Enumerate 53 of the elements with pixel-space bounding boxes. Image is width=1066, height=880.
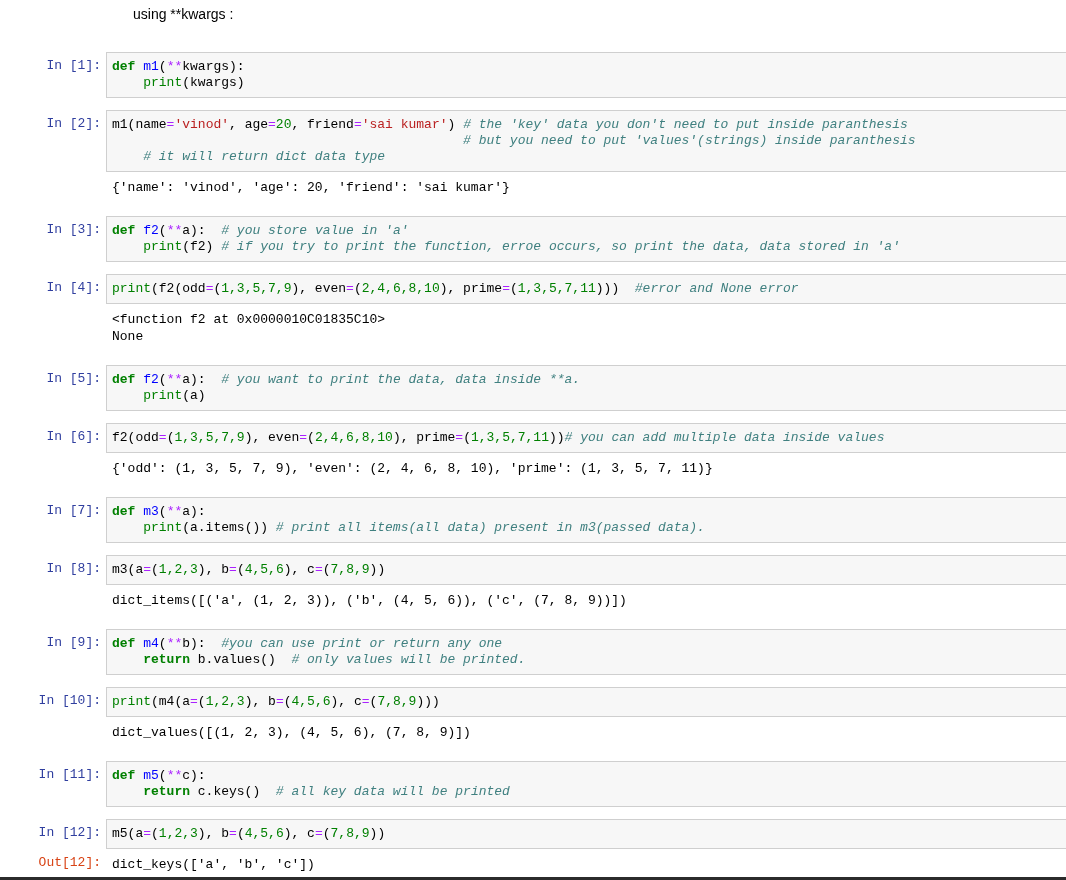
input-prompt: In [5]: (45, 370, 102, 387)
input-prompt: In [3]: (45, 221, 102, 238)
code-line: print(kwargs) (142, 75, 246, 91)
markdown-text: using **kwargs : (132, 5, 234, 24)
output-text: None (112, 328, 145, 345)
code-line: print(a) (142, 388, 207, 404)
code-input-cell[interactable]: def m4(**b): #you can use print or return any one return b.values() # only values will be printed. (106, 629, 1066, 675)
code-line: return c.keys() # all key data will be printed (142, 784, 511, 800)
code-input-cell[interactable]: print(m4(a=(1,2,3), b=(4,5,6), c=(7,8,9))) (106, 687, 1066, 717)
output-text: dict_items([('a', (1, 2, 3)), ('b', (4, 5, 6)), ('c', (7, 8, 9))]) (112, 592, 627, 609)
input-prompt: In [7]: (45, 502, 102, 519)
input-prompt: In [12]: (37, 824, 102, 841)
code-line: def f2(**a): # you want to print the data, data inside **a. (112, 372, 582, 388)
input-prompt: In [9]: (45, 634, 102, 651)
code-input-cell[interactable]: m3(a=(1,2,3), b=(4,5,6), c=(7,8,9)) (106, 555, 1066, 585)
output-prompt: Out[12]: (37, 854, 102, 871)
code-line: m5(a=(1,2,3), b=(4,5,6), c=(7,8,9)) (112, 826, 387, 842)
code-line: print(a.items()) # print all items(all data) present in m3(passed data). (142, 520, 706, 536)
code-input-cell[interactable]: def m3(**a): print(a.items()) # print all items(all data) present in m3(passed data). (106, 497, 1066, 543)
input-prompt: In [1]: (45, 57, 102, 74)
code-line: # it will return dict data type (142, 149, 387, 165)
code-input-cell[interactable]: def m1(**kwargs): print(kwargs) (106, 52, 1066, 98)
code-input-cell[interactable]: print(f2(odd=(1,3,5,7,9), even=(2,4,6,8,10), prime=(1,3,5,7,11))) #error and None error (106, 274, 1066, 304)
code-line: m1(name='vinod', age=20, friend='sai kumar') # the 'key' data you don't need to put inside paranthesis (112, 117, 909, 133)
output-text: dict_values([(1, 2, 3), (4, 5, 6), (7, 8, 9)]) (112, 724, 471, 741)
code-line: def m4(**b): #you can use print or return any one (112, 636, 504, 652)
code-line: # but you need to put 'values'(strings) inside paranthesis (462, 133, 917, 149)
code-line: return b.values() # only values will be printed. (142, 652, 527, 668)
code-line: def m1(**kwargs): (112, 59, 246, 75)
code-input-cell[interactable]: f2(odd=(1,3,5,7,9), even=(2,4,6,8,10), prime=(1,3,5,7,11))# you can add multiple data inside values (106, 423, 1066, 453)
input-prompt: In [8]: (45, 560, 102, 577)
output-text: dict_keys(['a', 'b', 'c']) (112, 856, 315, 873)
code-line: print(f2) # if you try to print the function, erroe occurs, so print the data, data stored in 'a' (142, 239, 901, 255)
input-prompt: In [2]: (45, 115, 102, 132)
code-input-cell[interactable]: m1(name='vinod', age=20, friend='sai kumar') # the 'key' data you don't need to put inside paranthesis # but you need to put 'values'(strings) inside paranthesis # it will return dict data type (106, 110, 1066, 172)
code-line: print(m4(a=(1,2,3), b=(4,5,6), c=(7,8,9))) (112, 694, 441, 710)
code-input-cell[interactable]: def f2(**a): # you want to print the data, data inside **a. print(a) (106, 365, 1066, 411)
code-input-cell[interactable]: def f2(**a): # you store value in 'a' print(f2) # if you try to print the function, erroe occurs, so print the data, data stored in 'a' (106, 216, 1066, 262)
code-line: print(f2(odd=(1,3,5,7,9), even=(2,4,6,8,10), prime=(1,3,5,7,11))) #error and None error (112, 281, 800, 297)
code-input-cell[interactable]: m5(a=(1,2,3), b=(4,5,6), c=(7,8,9)) (106, 819, 1066, 849)
input-prompt: In [10]: (37, 692, 102, 709)
input-prompt: In [11]: (37, 766, 102, 783)
code-input-cell[interactable]: def m5(**c): return c.keys() # all key data will be printed (106, 761, 1066, 807)
code-line: def m5(**c): (112, 768, 207, 784)
output-text: {'name': 'vinod', 'age': 20, 'friend': 'sai kumar'} (112, 179, 510, 196)
input-prompt: In [6]: (45, 428, 102, 445)
output-text: <function f2 at 0x0000010C01835C10> (112, 311, 386, 328)
code-line: def m3(**a): (112, 504, 207, 520)
code-line: f2(odd=(1,3,5,7,9), even=(2,4,6,8,10), prime=(1,3,5,7,11))# you can add multiple data inside values (112, 430, 886, 446)
input-prompt: In [4]: (45, 279, 102, 296)
output-text: {'odd': (1, 3, 5, 7, 9), 'even': (2, 4, 6, 8, 10), 'prime': (1, 3, 5, 7, 11)} (112, 460, 713, 477)
code-line: def f2(**a): # you store value in 'a' (112, 223, 410, 239)
code-line: m3(a=(1,2,3), b=(4,5,6), c=(7,8,9)) (112, 562, 387, 578)
